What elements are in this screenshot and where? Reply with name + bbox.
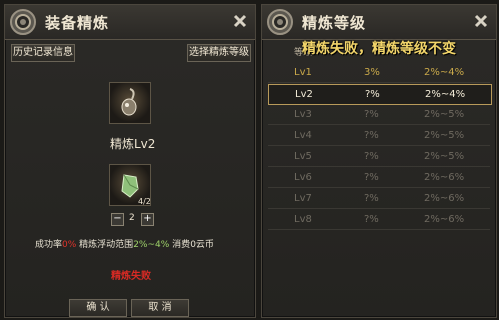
row-rate: ?%	[364, 172, 379, 183]
cost-value: 0云币	[190, 240, 214, 250]
table-row-selected[interactable]: Lv2 ?% 2%~4%	[268, 84, 492, 105]
row-level: Lv8	[294, 214, 312, 225]
row-range: 2%~5%	[424, 151, 465, 162]
refine-info-line: 成功率0% 精炼浮动范围2%~4% 消费0云币	[35, 237, 214, 250]
panel-title: 装备精炼	[45, 14, 110, 32]
row-level: Lv2	[295, 89, 313, 100]
row-level: Lv6	[294, 172, 312, 183]
table-row[interactable]: Lv4 ?% 2%~5%	[268, 126, 490, 146]
row-level: Lv7	[294, 193, 312, 204]
row-rate: 3%	[364, 67, 380, 78]
row-level: Lv3	[294, 109, 312, 120]
row-range: 2%~4%	[425, 89, 466, 100]
close-icon[interactable]	[233, 14, 247, 28]
earring-icon	[121, 88, 137, 116]
close-icon[interactable]	[474, 14, 488, 28]
row-range: 2%~6%	[424, 172, 465, 183]
range-label: 精炼浮动范围	[79, 240, 134, 250]
cost-label: 消费	[172, 240, 191, 250]
left-titlebar: 装备精炼	[5, 5, 255, 40]
row-range: 2%~6%	[424, 193, 465, 204]
range-value: 2%~4%	[133, 240, 170, 250]
gear-icon	[267, 9, 293, 35]
row-level: Lv5	[294, 151, 312, 162]
row-range: 2%~5%	[424, 130, 465, 141]
success-value: 0%	[62, 240, 77, 250]
row-rate: ?%	[365, 89, 380, 100]
row-rate: ?%	[364, 151, 379, 162]
quantity-value: 2	[129, 213, 135, 223]
row-range: 2%~5%	[424, 109, 465, 120]
row-level: Lv4	[294, 130, 312, 141]
history-button[interactable]: 历史记录信息	[11, 44, 75, 62]
item-name: 精炼Lv2	[110, 137, 156, 151]
gear-icon	[10, 9, 36, 35]
table-row[interactable]: Lv3 ?% 2%~5%	[268, 105, 490, 125]
table-row[interactable]: Lv5 ?% 2%~5%	[268, 147, 490, 167]
refine-level-panel: 精炼等级 等级 Lv1 3% 2%~4% Lv2 ?% 2%~4% Lv3 ?%…	[261, 4, 497, 318]
table-row[interactable]: Lv7 ?% 2%~6%	[268, 189, 490, 209]
confirm-button[interactable]: 确 认	[69, 299, 127, 317]
row-rate: ?%	[364, 109, 379, 120]
material-count: 4/2	[138, 197, 151, 206]
row-range: 2%~6%	[424, 214, 465, 225]
equipment-refine-panel: 装备精炼 历史记录信息 选择精炼等级 精炼Lv2 4/2 − 2 + 成功率0%…	[4, 4, 256, 318]
refine-result-banner: 精炼失败，精炼等级不变	[302, 41, 456, 57]
row-rate: ?%	[364, 130, 379, 141]
table-row[interactable]: Lv1 3% 2%~4%	[268, 63, 490, 83]
item-slot[interactable]	[109, 82, 151, 124]
table-row[interactable]: Lv6 ?% 2%~6%	[268, 168, 490, 188]
row-level: Lv1	[294, 67, 312, 78]
decrement-button[interactable]: −	[111, 213, 124, 226]
row-rate: ?%	[364, 214, 379, 225]
row-rate: ?%	[364, 193, 379, 204]
panel-title: 精炼等级	[302, 14, 367, 32]
row-range: 2%~4%	[424, 67, 465, 78]
success-label: 成功率	[35, 240, 63, 250]
right-titlebar: 精炼等级	[262, 5, 496, 40]
select-level-button[interactable]: 选择精炼等级	[187, 44, 251, 62]
table-row[interactable]: Lv8 ?% 2%~6%	[268, 210, 490, 230]
refine-fail-text: 精炼失败	[111, 271, 151, 282]
cancel-button[interactable]: 取 消	[131, 299, 189, 317]
increment-button[interactable]: +	[141, 213, 154, 226]
